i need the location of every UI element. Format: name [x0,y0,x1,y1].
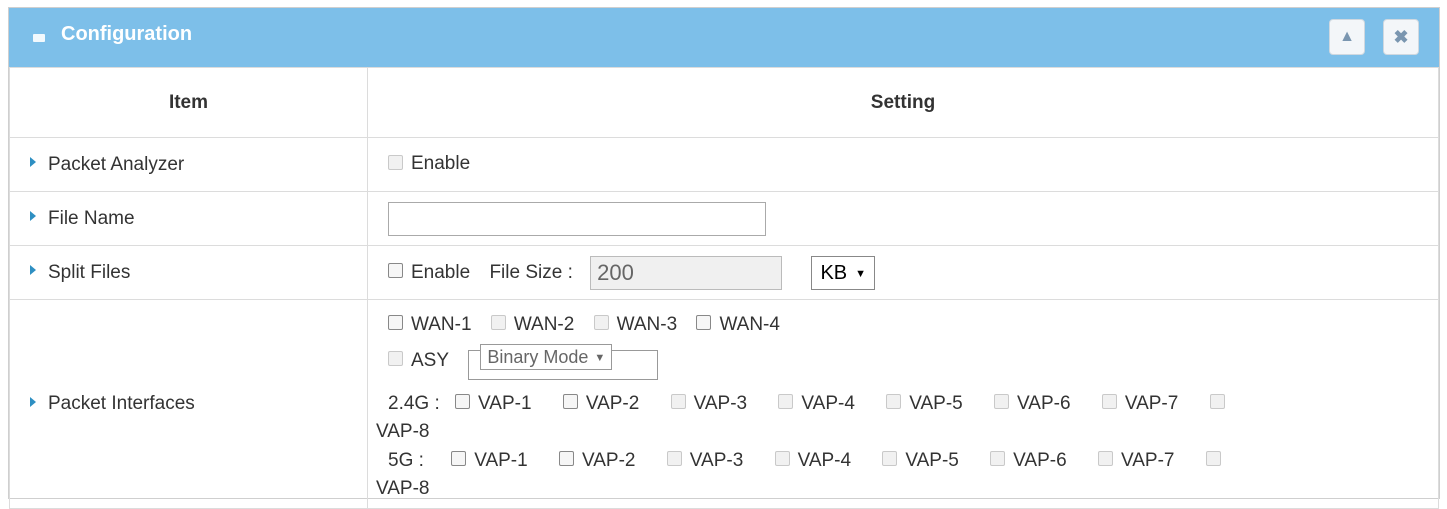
dropdown-arrow-icon: ▼ [855,267,867,280]
panel-icon [33,34,45,42]
vap-label: VAP-6 [1013,449,1067,471]
header-item: Item [9,67,368,138]
wan-label: WAN-4 [719,313,780,335]
vap-label: VAP-5 [905,449,959,471]
wan-label: WAN-2 [513,313,575,335]
packet-analyzer-enable-checkbox[interactable] [388,154,403,170]
row-file-name: File Name [9,191,1439,246]
vap-label: VAP-8 [376,477,430,499]
vap-label: VAP-1 [478,392,532,414]
vap-label: VAP-4 [797,449,852,471]
band-24-label: 2.4G : [388,392,440,414]
configuration-panel: Configuration ▲ ✖ Item Setting Packet An… [8,7,1440,509]
arrow-icon [30,265,36,276]
file-size-unit-select[interactable]: KB ▼ [811,255,876,290]
vap-2-5-checkbox[interactable] [558,450,574,466]
panel-header: Configuration ▲ ✖ [9,8,1439,68]
select-dropdown[interactable]: Binary Mode ▼ [480,344,613,370]
split-files-enable-checkbox[interactable] [388,263,403,278]
arrow-icon [30,396,36,407]
item-label: Packet Interfaces [48,393,195,414]
band-5-wrap: VAP-8 [376,477,1437,501]
row-packet-analyzer: Packet Analyzer Enable [9,137,1439,192]
vap-8-5-checkbox[interactable] [1205,450,1221,466]
dropdown-arrow-icon: ▼ [594,352,606,364]
vap-8-24-checkbox[interactable] [1209,393,1225,409]
vap-5-24-checkbox[interactable] [886,393,902,409]
vap-4-24-checkbox[interactable] [778,393,794,409]
vap-6-24-checkbox[interactable] [994,393,1010,409]
asy-line: ASY Binary Mode ▼ [376,341,1437,381]
file-name-input[interactable] [388,201,766,236]
vap-3-24-checkbox[interactable] [670,393,686,409]
band-24-line: 2.4G : VAP-1 VAP-2 VAP-3 VAP-4 VAP-5 VAP… [376,387,1437,420]
panel-title: Configuration [61,23,193,45]
config-table: Item Setting Packet Analyzer Enable File… [9,67,1439,509]
close-button[interactable]: ✖ [1383,19,1419,55]
row-packet-interfaces: Packet Interfaces WAN-1 WAN-2 WAN-3 WAN-… [9,299,1439,509]
vap-7-24-checkbox[interactable] [1101,393,1117,409]
arrow-icon [30,157,36,168]
vap-3-5-checkbox[interactable] [666,450,682,466]
vap-label: VAP-3 [689,449,744,471]
vap-label: VAP-5 [909,392,963,414]
chevron-up-icon: ▲ [1339,28,1355,45]
close-icon: ✖ [1393,26,1409,47]
vap-label: VAP-2 [585,392,640,414]
vap-label: VAP-4 [801,392,855,414]
band-5-line: 5G : VAP-1 VAP-2 VAP-3 VAP-4 VAP-5 VAP-6… [376,444,1437,477]
wan-line: WAN-1 WAN-2 WAN-3 WAN-4 [376,308,1437,341]
vap-label: VAP-1 [474,449,528,471]
arrow-icon [30,211,36,222]
vap-4-5-checkbox[interactable] [774,450,790,466]
vap-label: VAP-7 [1124,392,1179,414]
select-value: Binary Mode [487,347,589,367]
wan-3-checkbox[interactable] [593,314,609,330]
vap-label: VAP-3 [693,392,748,414]
wan-label: WAN-3 [616,313,678,335]
file-size-input[interactable]: 200 [590,255,783,290]
vap-label: VAP-2 [581,449,636,471]
wan-label: WAN-1 [411,313,472,335]
vap-7-5-checkbox[interactable] [1097,450,1113,466]
wan-2-checkbox[interactable] [490,314,506,330]
vap-6-5-checkbox[interactable] [990,450,1006,466]
collapse-button[interactable]: ▲ [1329,19,1365,55]
wan-1-checkbox[interactable] [388,314,403,330]
item-label: Split Files [48,261,131,283]
asy-label: ASY [411,349,450,371]
vap-2-24-checkbox[interactable] [562,393,578,409]
wan-4-checkbox[interactable] [696,314,712,330]
vap-5-5-checkbox[interactable] [882,450,898,466]
checkbox-label: Enable [411,261,471,283]
vap-label: VAP-8 [376,420,430,442]
band-5-label: 5G : [388,449,424,471]
vap-1-5-checkbox[interactable] [451,450,467,466]
band-24-wrap: VAP-8 [376,420,1437,444]
item-label: Packet Analyzer [48,153,185,175]
vap-label: VAP-7 [1120,449,1175,471]
file-size-label: File Size : [489,261,573,283]
select-value: KB [820,261,848,284]
vap-1-24-checkbox[interactable] [455,393,471,409]
vap-label: VAP-6 [1017,392,1071,414]
header-setting: Setting [367,67,1439,138]
row-split-files: Split Files Enable File Size : 200 KB ▼ [9,245,1439,300]
asy-checkbox[interactable] [388,351,403,366]
asy-mode-select[interactable]: Binary Mode ▼ [468,344,660,380]
checkbox-label: Enable [411,153,471,175]
item-label: File Name [48,207,135,229]
